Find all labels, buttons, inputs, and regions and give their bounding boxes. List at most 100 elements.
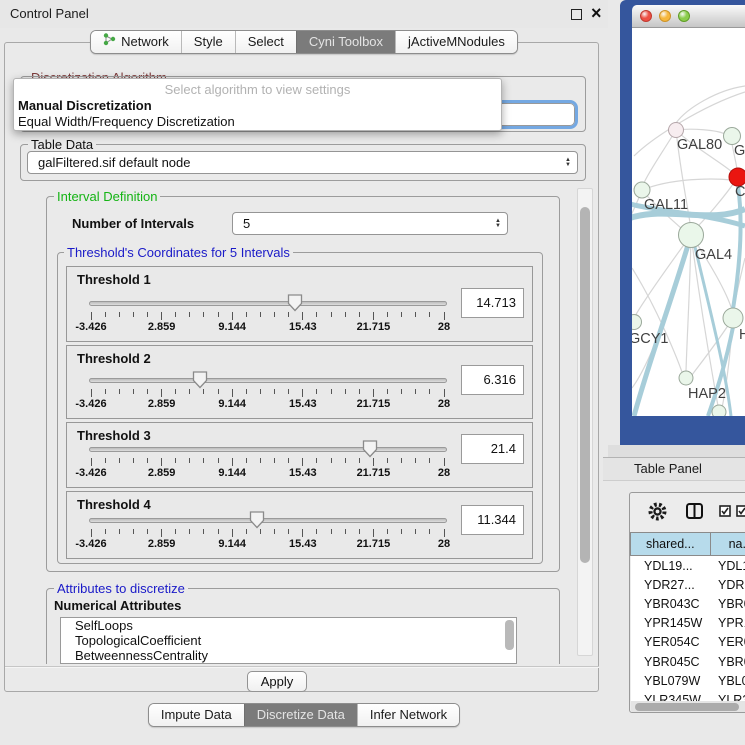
slider-tick-label: -3.426 — [66, 398, 116, 410]
slider-handle[interactable] — [192, 371, 208, 389]
column-split-icon[interactable] — [686, 503, 703, 522]
table-hscrollbar-thumb[interactable] — [635, 703, 739, 711]
network-node-hap2[interactable] — [679, 371, 693, 385]
slider-tick-label: 15.43 — [278, 398, 328, 410]
network-node-ga[interactable] — [724, 128, 741, 145]
close-traffic-light[interactable] — [640, 10, 652, 22]
numerical-attributes-list[interactable]: SelfLoopsTopologicalCoefficientBetweenne… — [60, 617, 517, 664]
cell-name: YDR27... — [712, 578, 745, 592]
minimize-traffic-light[interactable] — [659, 10, 671, 22]
slider-tick-label: 28 — [419, 467, 469, 479]
slider-track[interactable] — [89, 447, 447, 452]
table-row[interactable]: YBR043CYBR043C — [631, 594, 745, 613]
tab-label: jActiveMNodules — [408, 31, 505, 53]
bottom-tab-infer-network[interactable]: Infer Network — [357, 704, 459, 726]
tab-cyni-toolbox[interactable]: Cyni Toolbox — [296, 31, 395, 53]
slider-minor-tick — [415, 529, 416, 534]
slider-tick-label: 9.144 — [207, 538, 257, 550]
table-row[interactable]: YDR27...YDR27... — [631, 575, 745, 594]
slider-minor-tick — [401, 458, 402, 463]
slider-minor-tick — [429, 529, 430, 534]
table-horizontal-scrollbar[interactable] — [631, 701, 745, 712]
bottom-tab-discretize-data[interactable]: Discretize Data — [244, 704, 357, 726]
combobox-stepper-icon[interactable]: ▲▼ — [559, 158, 577, 168]
slider-track[interactable] — [89, 378, 447, 383]
tab-jactivemnodules[interactable]: jActiveMNodules — [395, 31, 517, 53]
table-data-combobox[interactable]: galFiltered.sif default node ▲▼ — [27, 151, 578, 174]
network-canvas[interactable]: GAL80GACGAL11GAL4GCY1HHAP2 — [632, 28, 745, 416]
network-node-gal80[interactable] — [669, 123, 684, 138]
cell-shared-name: YBL079W — [631, 674, 712, 688]
slider-track[interactable] — [89, 518, 447, 523]
tab-style[interactable]: Style — [181, 31, 235, 53]
threshold-value-field[interactable]: 21.4 — [461, 434, 524, 464]
slider-major-tick — [444, 529, 445, 537]
slider-minor-tick — [246, 312, 247, 317]
attribute-item-betweennesscentrality[interactable]: BetweennessCentrality — [61, 648, 516, 663]
slider-handle[interactable] — [362, 440, 378, 458]
tab-select[interactable]: Select — [235, 31, 296, 53]
algorithm-option-equal-width[interactable]: Equal Width/Frequency Discretization — [18, 114, 235, 129]
threshold-value-field[interactable]: 6.316 — [461, 365, 524, 395]
slider-minor-tick — [359, 529, 360, 534]
threshold-value-field[interactable]: 14.713 — [461, 288, 524, 318]
slider-minor-tick — [345, 389, 346, 394]
column-header-name[interactable]: na... — [711, 532, 745, 556]
network-node-h[interactable] — [723, 308, 743, 328]
threshold-value-field[interactable]: 11.344 — [461, 505, 524, 535]
algorithm-option-manual[interactable]: Manual Discretization — [18, 98, 152, 113]
table-row[interactable]: YPR145WYPR145W — [631, 614, 745, 633]
slider-tick-label: 21.715 — [348, 398, 398, 410]
table-row[interactable]: YBL079WYBL079W — [631, 671, 745, 690]
network-edge — [642, 179, 732, 190]
float-window-icon[interactable] — [571, 9, 582, 20]
attribute-item-topologicalcoefficient[interactable]: TopologicalCoefficient — [61, 633, 516, 648]
gear-icon[interactable] — [647, 501, 668, 525]
table-row[interactable]: YBR045CYBR045C — [631, 652, 745, 671]
slider-tick-label: 15.43 — [278, 321, 328, 333]
network-node-gcy1[interactable] — [632, 315, 642, 330]
network-view-window: GAL80GACGAL11GAL4GCY1HHAP2 — [620, 0, 745, 446]
slider-major-tick — [444, 389, 445, 397]
network-window-titlebar[interactable] — [632, 5, 745, 28]
slider-major-tick — [232, 458, 233, 466]
slider-handle[interactable] — [287, 294, 303, 312]
network-node-gal11[interactable] — [634, 182, 650, 198]
panel-vertical-scrollbar[interactable] — [577, 188, 593, 656]
spinner-stepper-icon[interactable]: ▲▼ — [489, 219, 507, 229]
cell-shared-name: YDR27... — [631, 578, 712, 592]
slider-minor-tick — [345, 529, 346, 534]
slider-minor-tick — [147, 312, 148, 317]
network-node-label: GA — [734, 143, 745, 159]
checkbox-checked-icon[interactable] — [719, 505, 731, 520]
apply-button[interactable]: Apply — [247, 671, 307, 692]
tab-network[interactable]: Network — [91, 31, 181, 53]
close-icon[interactable]: × — [591, 2, 602, 24]
network-node[interactable] — [712, 405, 726, 416]
checkbox-checked-icon[interactable] — [736, 505, 745, 520]
number-of-intervals-label: Number of Intervals — [72, 216, 194, 231]
column-header-shared-name[interactable]: shared... — [630, 532, 711, 556]
attributes-list-scrollbar[interactable] — [505, 620, 514, 650]
tab-label: Cyni Toolbox — [309, 31, 383, 53]
network-node-label: HAP2 — [688, 386, 726, 402]
number-of-intervals-spinner[interactable]: 5 ▲▼ — [232, 212, 508, 235]
slider-minor-tick — [133, 458, 134, 463]
slider-minor-tick — [189, 389, 190, 394]
slider-tick-label: 2.859 — [137, 538, 187, 550]
bottom-tab-impute-data[interactable]: Impute Data — [149, 704, 244, 726]
panel-scrollbar-thumb[interactable] — [580, 207, 590, 563]
slider-minor-tick — [175, 389, 176, 394]
zoom-traffic-light[interactable] — [678, 10, 690, 22]
table-row[interactable]: YER054CYER054C — [631, 633, 745, 652]
attribute-item-selfloops[interactable]: SelfLoops — [61, 618, 516, 633]
control-panel-title: Control Panel — [10, 6, 89, 21]
slider-minor-tick — [218, 312, 219, 317]
slider-handle[interactable] — [249, 511, 265, 529]
network-node-gal4[interactable] — [679, 223, 704, 248]
slider-minor-tick — [274, 529, 275, 534]
table-row[interactable]: YDL19...YDL19... — [631, 556, 745, 575]
cell-shared-name: YLR345W — [631, 693, 712, 701]
table-row[interactable]: YLR345WYLR345W — [631, 690, 745, 701]
slider-track[interactable] — [89, 301, 447, 306]
